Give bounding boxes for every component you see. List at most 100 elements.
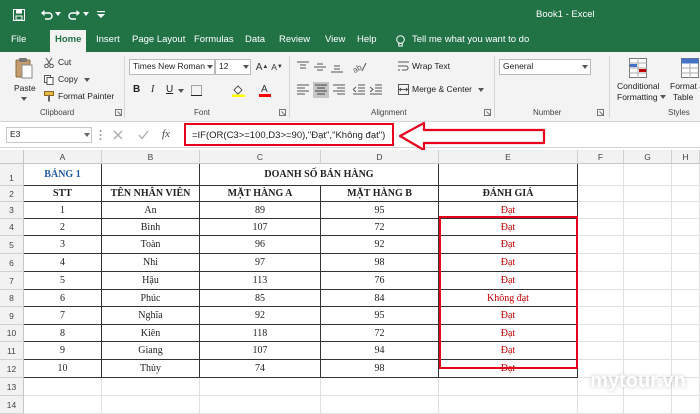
conditional-formatting-label[interactable]: Conditional (617, 81, 660, 91)
cell[interactable] (102, 378, 200, 396)
cut-button[interactable]: Cut (58, 57, 71, 67)
tab-formulas[interactable]: Formulas (194, 34, 234, 45)
cell-employee-name[interactable]: Toàn (102, 236, 200, 254)
cell[interactable] (624, 219, 672, 236)
cell-item-a[interactable]: 85 (200, 290, 321, 307)
column-header-d[interactable]: D (321, 150, 439, 164)
insert-function-icon[interactable]: fx (162, 128, 170, 140)
paste-icon[interactable] (14, 56, 34, 80)
cell-item-b[interactable]: 98 (321, 254, 439, 272)
cell-employee-name[interactable]: Phúc (102, 290, 200, 307)
formula-input[interactable]: =IF(OR(C3>=100,D3>=90),"Đạt","Không đạt"… (184, 123, 394, 146)
cell[interactable] (672, 254, 700, 272)
format-as-table-label2[interactable]: Table (673, 92, 693, 102)
conditional-formatting-label2[interactable]: Formatting (617, 92, 658, 102)
font-name-dropdown-icon[interactable] (207, 64, 213, 70)
font-launcher-icon[interactable] (278, 108, 286, 116)
cut-icon[interactable] (43, 57, 55, 69)
row-header-5[interactable]: 5 (0, 236, 24, 254)
cell-e1[interactable] (439, 164, 578, 186)
format-as-table-label[interactable]: Format as (670, 81, 700, 91)
column-header-g[interactable]: G (624, 150, 672, 164)
bold-button[interactable]: B (133, 84, 140, 95)
underline-button[interactable]: U (166, 84, 173, 95)
cell[interactable] (578, 307, 624, 325)
format-as-table-icon[interactable] (680, 57, 700, 79)
cell-item-b[interactable]: 76 (321, 272, 439, 290)
cell-item-a[interactable]: 113 (200, 272, 321, 290)
cell[interactable] (672, 290, 700, 307)
cell-item-a[interactable]: 96 (200, 236, 321, 254)
row-header-10[interactable]: 10 (0, 325, 24, 342)
row-header-13[interactable]: 13 (0, 378, 24, 396)
tab-page-layout[interactable]: Page Layout (132, 34, 185, 45)
cell[interactable] (672, 164, 700, 186)
font-size-dropdown-icon[interactable] (243, 64, 249, 70)
cell[interactable] (672, 236, 700, 254)
cell[interactable] (672, 342, 700, 360)
cell[interactable] (672, 186, 700, 202)
tab-file[interactable]: File (11, 34, 26, 45)
cell-item-a[interactable]: 89 (200, 202, 321, 219)
number-launcher-icon[interactable] (596, 108, 604, 116)
number-format-dropdown-icon[interactable] (582, 64, 588, 70)
clipboard-launcher-icon[interactable] (114, 108, 122, 116)
column-title-4[interactable]: MẶT HÀNG B (321, 186, 439, 202)
row-header-12[interactable]: 12 (0, 360, 24, 378)
row-header-1[interactable]: 1 (0, 164, 24, 186)
alignment-launcher-icon[interactable] (483, 108, 491, 116)
cell[interactable] (624, 325, 672, 342)
cell[interactable] (672, 272, 700, 290)
tab-view[interactable]: View (325, 34, 345, 45)
cell-employee-name[interactable]: Nghĩa (102, 307, 200, 325)
font-color-icon[interactable]: A (258, 82, 272, 97)
row-header-9[interactable]: 9 (0, 307, 24, 325)
cell[interactable] (200, 396, 321, 414)
cell-employee-name[interactable]: Nhi (102, 254, 200, 272)
fill-color-icon[interactable] (231, 83, 245, 97)
cell[interactable] (624, 307, 672, 325)
cell-item-a[interactable]: 107 (200, 342, 321, 360)
column-title-5[interactable]: ĐÁNH GIÁ (439, 186, 578, 202)
font-name-select[interactable]: Times New Roman (129, 59, 215, 75)
name-box[interactable]: E3 (6, 127, 92, 143)
format-painter-button[interactable]: Format Painter (58, 91, 114, 101)
cell-employee-name[interactable]: Giang (102, 342, 200, 360)
cell[interactable] (102, 396, 200, 414)
cell[interactable] (672, 325, 700, 342)
cell-employee-name[interactable]: Thủy (102, 360, 200, 378)
align-top-icon[interactable] (296, 60, 310, 74)
customize-toolbar-icon[interactable] (96, 9, 106, 21)
cell[interactable] (578, 272, 624, 290)
confirm-entry-icon[interactable] (136, 128, 150, 142)
column-title-2[interactable]: TÊN NHÂN VIÊN (102, 186, 200, 202)
cell[interactable] (624, 290, 672, 307)
row-header-7[interactable]: 7 (0, 272, 24, 290)
cell-stt[interactable]: 10 (24, 360, 102, 378)
cell-item-b[interactable]: 98 (321, 360, 439, 378)
merge-dropdown-icon[interactable] (478, 87, 484, 93)
cell-stt[interactable]: 1 (24, 202, 102, 219)
cell-employee-name[interactable]: Bình (102, 219, 200, 236)
cell[interactable] (439, 378, 578, 396)
cell[interactable] (624, 236, 672, 254)
number-format-select[interactable]: General (499, 59, 591, 75)
cell[interactable] (578, 290, 624, 307)
cell-item-a[interactable]: 97 (200, 254, 321, 272)
increase-font-icon[interactable]: A ▲ (256, 60, 269, 74)
cell[interactable] (578, 164, 624, 186)
wrap-text-button[interactable]: Wrap Text (412, 61, 450, 71)
row-header-8[interactable]: 8 (0, 290, 24, 307)
increase-indent-icon[interactable] (369, 83, 383, 97)
align-center-icon[interactable] (313, 82, 329, 98)
paste-button[interactable]: Paste (14, 83, 36, 93)
cell-item-b[interactable]: 92 (321, 236, 439, 254)
column-header-e[interactable]: E (439, 150, 578, 164)
cell-item-a[interactable]: 74 (200, 360, 321, 378)
align-right-icon[interactable] (332, 83, 346, 97)
cell-item-a[interactable]: 118 (200, 325, 321, 342)
align-bottom-icon[interactable] (330, 60, 344, 74)
cell-stt[interactable]: 7 (24, 307, 102, 325)
select-all-corner[interactable] (0, 150, 24, 164)
cell[interactable] (321, 378, 439, 396)
